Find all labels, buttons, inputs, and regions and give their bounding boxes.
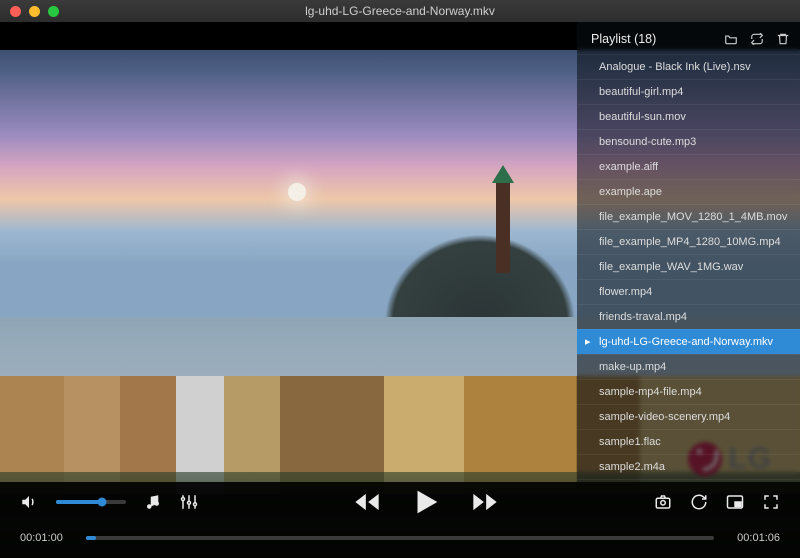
progress-row: 00:01:00 00:01:06 <box>0 520 800 556</box>
time-elapsed: 00:01:00 <box>20 532 72 544</box>
fullscreen-icon[interactable] <box>762 493 780 511</box>
volume-slider[interactable] <box>56 500 126 504</box>
minimize-window-button[interactable] <box>29 6 40 17</box>
snapshot-icon[interactable] <box>654 493 672 511</box>
trash-icon[interactable] <box>776 32 790 46</box>
folder-open-icon[interactable] <box>724 32 738 46</box>
playlist-item[interactable]: beautiful-sun.mov <box>577 104 800 129</box>
playlist-panel: Playlist (18) Analogue - Black Ink (Live… <box>577 22 800 482</box>
playlist-item[interactable]: lg-uhd-LG-Greece-and-Norway.mkv <box>577 329 800 354</box>
playlist-items[interactable]: Analogue - Black Ink (Live).nsvbeautiful… <box>577 54 800 482</box>
playlist-item[interactable]: beautiful-girl.mp4 <box>577 79 800 104</box>
rotate-icon[interactable] <box>690 493 708 511</box>
playlist-item[interactable]: bensound-cute.mp3 <box>577 129 800 154</box>
controls-center <box>353 485 499 519</box>
playlist-item[interactable]: Analogue - Black Ink (Live).nsv <box>577 54 800 79</box>
loop-icon[interactable] <box>750 32 764 46</box>
playlist-item[interactable]: make-up.mp4 <box>577 354 800 379</box>
window-titlebar: lg-uhd-LG-Greece-and-Norway.mkv <box>0 0 800 22</box>
playlist-item[interactable]: friends-traval.mp4 <box>577 304 800 329</box>
controls-right <box>654 493 780 511</box>
playlist-item[interactable]: sample-mp4-file.mp4 <box>577 379 800 404</box>
controls-left <box>20 493 198 511</box>
playlist-title: Playlist (18) <box>591 32 656 46</box>
music-note-icon[interactable] <box>144 493 162 511</box>
play-button[interactable] <box>409 485 443 519</box>
playlist-item[interactable]: sample2.m4a <box>577 454 800 479</box>
playlist-item[interactable]: sample1.flac <box>577 429 800 454</box>
rewind-button[interactable] <box>353 488 381 516</box>
playlist-item[interactable]: file_example_WAV_1MG.wav <box>577 254 800 279</box>
playlist-item[interactable]: sample-video-scenery.mp4 <box>577 404 800 429</box>
playlist-item[interactable]: file_example_MP4_1280_10MG.mp4 <box>577 229 800 254</box>
playlist-item[interactable]: example.ape <box>577 179 800 204</box>
playlist-item[interactable]: flower.mp4 <box>577 279 800 304</box>
maximize-window-button[interactable] <box>48 6 59 17</box>
fast-forward-button[interactable] <box>471 488 499 516</box>
pip-icon[interactable] <box>726 493 744 511</box>
window-title: lg-uhd-LG-Greece-and-Norway.mkv <box>0 4 800 18</box>
equalizer-icon[interactable] <box>180 493 198 511</box>
progress-slider[interactable] <box>86 536 714 540</box>
time-total: 00:01:06 <box>728 532 780 544</box>
close-window-button[interactable] <box>10 6 21 17</box>
video-viewport[interactable]: LG Playlist (18) Analogue - Black Ink (L… <box>0 22 800 558</box>
control-bar: 00:01:00 00:01:06 <box>0 482 800 558</box>
playlist-item[interactable]: example.aiff <box>577 154 800 179</box>
playlist-header: Playlist (18) <box>577 22 800 54</box>
volume-icon[interactable] <box>20 493 38 511</box>
playlist-item[interactable]: file_example_MOV_1280_1_4MB.mov <box>577 204 800 229</box>
window-controls <box>0 6 59 17</box>
